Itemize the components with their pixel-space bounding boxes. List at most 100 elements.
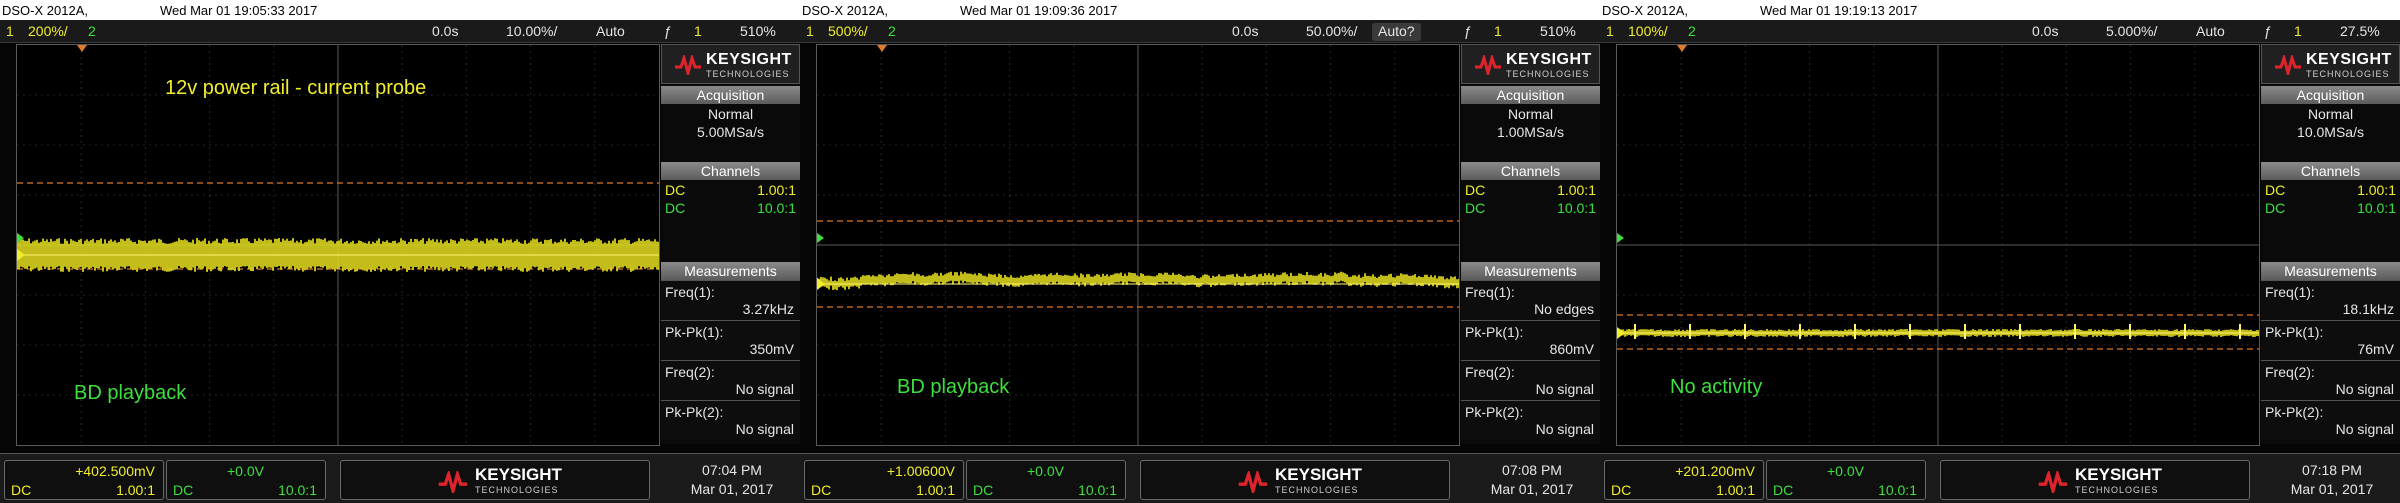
channels-header[interactable]: Channels <box>1461 162 1600 180</box>
time-scale[interactable]: 5.000%/ <box>2106 23 2157 39</box>
acq-mode: Normal <box>1507 106 1554 122</box>
waveform-display[interactable]: BD playback <box>816 44 1460 446</box>
acquisition-header[interactable]: Acquisition <box>1461 86 1600 104</box>
time-scale[interactable]: 50.00%/ <box>1306 23 1357 39</box>
trigger-level[interactable]: 510% <box>740 23 776 39</box>
measurement-row[interactable]: Freq(1): 3.27kHz <box>661 280 800 320</box>
ch2-coupling: DC <box>665 200 686 216</box>
trigger-position-icon[interactable] <box>1677 45 1687 52</box>
trigger-channel[interactable]: 1 <box>694 23 702 39</box>
trigger-mode[interactable]: Auto? <box>1372 23 1421 41</box>
ch2-ground-marker-icon[interactable] <box>1617 233 1624 243</box>
annotation-no-activity: No activity <box>1670 376 1763 398</box>
measurement-label: Pk-Pk(2): <box>665 404 724 420</box>
measurement-value: No signal <box>2335 381 2394 397</box>
ch1-offset-box[interactable]: +1.00600V DC 1.00:1 <box>804 460 964 500</box>
ch1-ground-marker-icon[interactable] <box>1617 327 1625 339</box>
waveform-display[interactable]: 12v power rail - current probe BD playba… <box>16 44 660 446</box>
trigger-mode[interactable]: Auto <box>2196 23 2225 39</box>
measurement-row[interactable]: Freq(2): No signal <box>661 360 800 400</box>
measurement-row[interactable]: Pk-Pk(1): 860mV <box>1461 320 1600 360</box>
measurement-row[interactable]: Pk-Pk(2): No signal <box>661 400 800 440</box>
side-panel: KEYSIGHT TECHNOLOGIES Acquisition Normal… <box>661 44 800 444</box>
logo-brand: KEYSIGHT <box>1275 465 1362 484</box>
ch2-offset-box[interactable]: +0.0V DC 10.0:1 <box>966 460 1126 500</box>
channels-header[interactable]: Channels <box>2261 162 2400 180</box>
ch2-number[interactable]: 2 <box>888 23 896 39</box>
trigger-channel[interactable]: 1 <box>1494 23 1502 39</box>
datetime-label: Wed Mar 01 19:09:36 2017 <box>960 3 1118 18</box>
acquisition-header[interactable]: Acquisition <box>661 86 800 104</box>
trigger-level[interactable]: 510% <box>1540 23 1576 39</box>
ch2-probe-ratio: 10.0:1 <box>2357 200 2396 216</box>
ch1-number[interactable]: 1 <box>1606 23 1614 39</box>
measurement-value: No signal <box>735 381 794 397</box>
ch2-number[interactable]: 2 <box>1688 23 1696 39</box>
annotation-probe: 12v power rail - current probe <box>165 77 427 99</box>
ch2-ground-marker-icon[interactable] <box>817 233 824 243</box>
trigger-channel[interactable]: 1 <box>2294 23 2302 39</box>
measurements-header[interactable]: Measurements <box>661 262 800 280</box>
time-offset[interactable]: 0.0s <box>432 23 458 39</box>
ch2-offset-box[interactable]: +0.0V DC 10.0:1 <box>1766 460 1926 500</box>
waveform-display[interactable]: No activity <box>1616 44 2260 446</box>
acquisition-header[interactable]: Acquisition <box>2261 86 2400 104</box>
keysight-wave-icon <box>675 55 701 75</box>
measurements-header[interactable]: Measurements <box>1461 262 1600 280</box>
ch1-offset-box[interactable]: +201.200mV DC 1.00:1 <box>1604 460 1764 500</box>
ch1-offset: +201.200mV <box>1675 463 1755 479</box>
datetime-label: Wed Mar 01 19:05:33 2017 <box>160 3 318 18</box>
ch1-probe-ratio: 1.00:1 <box>916 482 955 498</box>
ch1-scale[interactable]: 500%/ <box>828 23 868 39</box>
bottom-logo: KEYSIGHT TECHNOLOGIES <box>1140 460 1450 500</box>
ch1-number[interactable]: 1 <box>806 23 814 39</box>
trigger-position-icon[interactable] <box>877 45 887 52</box>
ch2-number[interactable]: 2 <box>88 23 96 39</box>
ch2-offset-box[interactable]: +0.0V DC 10.0:1 <box>166 460 326 500</box>
ch1-scale[interactable]: 200%/ <box>28 23 68 39</box>
ch1-scale[interactable]: 100%/ <box>1628 23 1668 39</box>
channels-header[interactable]: Channels <box>661 162 800 180</box>
measurement-row[interactable]: Freq(2): No signal <box>1461 360 1600 400</box>
ch1-offset-box[interactable]: +402.500mV DC 1.00:1 <box>4 460 164 500</box>
clock: 07:08 PM Mar 01, 2017 <box>1464 461 1600 499</box>
time-offset[interactable]: 0.0s <box>1232 23 1258 39</box>
logo-brand: KEYSIGHT <box>475 465 562 484</box>
measurement-value: 350mV <box>749 341 794 357</box>
measurement-value: 860mV <box>1549 341 1594 357</box>
ch2-coupling: DC <box>973 482 994 498</box>
measurement-row[interactable]: Pk-Pk(1): 76mV <box>2261 320 2400 360</box>
trigger-edge-icon: ƒ <box>2264 23 2272 39</box>
measurement-value: 18.1kHz <box>2342 301 2394 317</box>
clock: 07:18 PM Mar 01, 2017 <box>2264 461 2400 499</box>
measurement-row[interactable]: Freq(1): No edges <box>1461 280 1600 320</box>
scope-screenshot-1: DSO-X 2012A, Wed Mar 01 19:05:33 2017 1 … <box>0 0 800 503</box>
keysight-logo: KEYSIGHT TECHNOLOGIES <box>661 44 800 84</box>
time-offset[interactable]: 0.0s <box>2032 23 2058 39</box>
trigger-mode[interactable]: Auto <box>596 23 625 39</box>
measurement-row[interactable]: Freq(1): 18.1kHz <box>2261 280 2400 320</box>
ch1-coupling: DC <box>2265 182 2286 198</box>
ch2-offset: +0.0V <box>1827 463 1864 479</box>
measurements-header[interactable]: Measurements <box>2261 262 2400 280</box>
bottom-bar: +1.00600V DC 1.00:1 +0.0V DC 10.0:1 KEYS… <box>800 453 1600 503</box>
trigger-position-icon[interactable] <box>77 45 87 52</box>
ch2-probe-ratio: 10.0:1 <box>1078 482 1117 498</box>
keysight-wave-icon <box>2275 55 2301 75</box>
measurement-row[interactable]: Pk-Pk(1): 350mV <box>661 320 800 360</box>
model-label: DSO-X 2012A, <box>802 3 888 18</box>
status-bar: 1 100%/ 2 0.0s 5.000%/ Auto ƒ 1 27.5% <box>1600 20 2400 43</box>
trigger-level[interactable]: 27.5% <box>2340 23 2380 39</box>
measurement-row[interactable]: Freq(2): No signal <box>2261 360 2400 400</box>
measurement-row[interactable]: Pk-Pk(2): No signal <box>2261 400 2400 440</box>
ch1-probe-ratio: 1.00:1 <box>2357 182 2396 198</box>
measurement-value: 3.27kHz <box>742 301 794 317</box>
logo-brand: KEYSIGHT <box>1506 51 1592 68</box>
ch1-coupling: DC <box>811 482 832 498</box>
ch1-number[interactable]: 1 <box>6 23 14 39</box>
measurement-row[interactable]: Pk-Pk(2): No signal <box>1461 400 1600 440</box>
status-bar: 1 200%/ 2 0.0s 10.00%/ Auto ƒ 1 510% <box>0 20 800 43</box>
time-scale[interactable]: 10.00%/ <box>506 23 557 39</box>
acq-mode: Normal <box>2307 106 2354 122</box>
logo-sub: TECHNOLOGIES <box>475 485 559 495</box>
